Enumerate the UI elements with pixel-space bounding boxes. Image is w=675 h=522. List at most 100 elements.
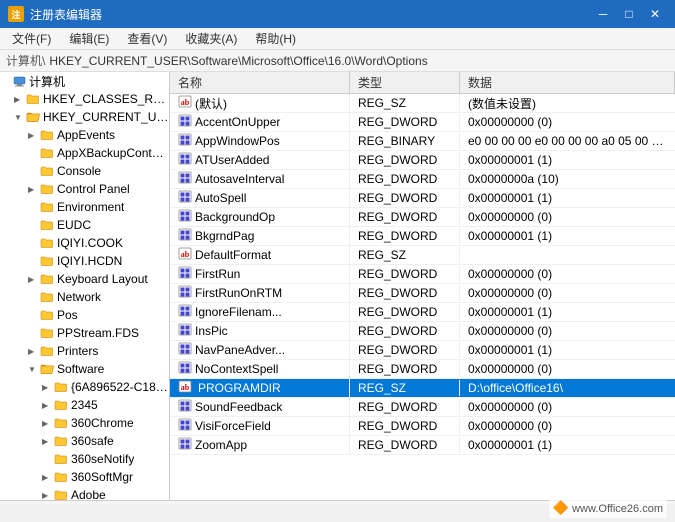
tree-panel: 计算机▶HKEY_CLASSES_ROOT▼HKEY_CURRENT_USER▶… [0,72,170,500]
reg-cell-name: AutosaveInterval [170,170,350,188]
tree-item-label: {6A896522-C181-40E4-A1C [71,380,169,394]
close-button[interactable]: ✕ [643,4,667,24]
tree-item-guid[interactable]: ▶{6A896522-C181-40E4-A1C [0,378,169,396]
col-header-name[interactable]: 名称 [170,72,350,93]
tree-item-label: Network [57,290,101,304]
reg-cell-data [460,254,675,256]
tree-item-label: 360seNotify [71,452,134,466]
tree-item-label: Printers [57,344,98,358]
tree-item-label: Environment [57,200,124,214]
registry-row[interactable]: IgnoreFilenam...REG_DWORD0x00000001 (1) [170,303,675,322]
reg-cell-type: REG_DWORD [350,209,460,225]
tree-item-ppstream[interactable]: PPStream.FDS [0,324,169,342]
tree-item-keyboard[interactable]: ▶Keyboard Layout [0,270,169,288]
col-header-type[interactable]: 类型 [350,72,460,93]
folder-icon [54,489,68,500]
registry-row[interactable]: SoundFeedbackREG_DWORD0x00000000 (0) [170,398,675,417]
tree-item-360senotify[interactable]: 360seNotify [0,450,169,468]
folder-icon [40,255,54,267]
tree-item-appxbackup[interactable]: AppXBackupContentType [0,144,169,162]
tree-item-console[interactable]: Console [0,162,169,180]
tree-item-hkcr[interactable]: ▶HKEY_CLASSES_ROOT [0,90,169,108]
menu-bar: 文件(F)编辑(E)查看(V)收藏夹(A)帮助(H) [0,28,675,50]
maximize-button[interactable]: □ [617,4,641,24]
reg-cell-data: 0x00000000 (0) [460,266,675,282]
folder-icon [40,165,54,177]
col-header-data[interactable]: 数据 [460,72,675,93]
reg-cell-name: abPROGRAMDIR [170,379,350,397]
registry-row[interactable]: abPROGRAMDIRREG_SZD:\office\Office16\ [170,379,675,398]
reg-icon-dword [178,228,192,244]
tree-item-printers[interactable]: ▶Printers [0,342,169,360]
registry-row[interactable]: NavPaneAdver...REG_DWORD0x00000001 (1) [170,341,675,360]
reg-icon-dword [178,133,192,149]
registry-row[interactable]: VisiForceFieldREG_DWORD0x00000000 (0) [170,417,675,436]
reg-cell-type: REG_DWORD [350,114,460,130]
tree-item-360chrome[interactable]: ▶360Chrome [0,414,169,432]
folder-icon [40,273,54,285]
registry-row[interactable]: BackgroundOpREG_DWORD0x00000000 (0) [170,208,675,227]
window-controls: ─ □ ✕ [591,4,667,24]
menu-item-v[interactable]: 查看(V) [119,28,175,49]
reg-name-text: AutosaveInterval [195,172,284,186]
menu-item-e[interactable]: 编辑(E) [61,28,117,49]
tree-item-iqiyi-cook[interactable]: IQIYI.COOK [0,234,169,252]
registry-row[interactable]: ZoomAppREG_DWORD0x00000001 (1) [170,436,675,455]
registry-row[interactable]: FirstRunREG_DWORD0x00000000 (0) [170,265,675,284]
minimize-button[interactable]: ─ [591,4,615,24]
reg-name-text: VisiForceField [195,419,271,433]
menu-item-f[interactable]: 文件(F) [4,28,59,49]
tree-item-label: 360Chrome [71,416,134,430]
registry-row[interactable]: AccentOnUpperREG_DWORD0x00000000 (0) [170,113,675,132]
tree-item-computer[interactable]: 计算机 [0,72,169,90]
folder-icon [54,417,68,429]
reg-cell-name: InsPic [170,322,350,340]
tree-item-eudc[interactable]: EUDC [0,216,169,234]
tree-item-label: Adobe [71,488,106,500]
tree-item-adobe[interactable]: ▶Adobe [0,486,169,500]
registry-panel: 名称 类型 数据 ab(默认)REG_SZ(数值未设置)AccentOnUppe… [170,72,675,500]
tree-item-label: 2345 [71,398,98,412]
tree-item-pos[interactable]: Pos [0,306,169,324]
registry-row[interactable]: ab(默认)REG_SZ(数值未设置) [170,94,675,113]
reg-cell-data: 0x00000001 (1) [460,190,675,206]
address-path: HKEY_CURRENT_USER\Software\Microsoft\Off… [49,54,427,68]
reg-name-text: AutoSpell [195,191,246,205]
tree-item-software[interactable]: ▼Software [0,360,169,378]
registry-row[interactable]: abDefaultFormatREG_SZ [170,246,675,265]
tree-item-network[interactable]: Network [0,288,169,306]
tree-item-360safe[interactable]: ▶360safe [0,432,169,450]
registry-row[interactable]: ATUserAddedREG_DWORD0x00000001 (1) [170,151,675,170]
registry-row[interactable]: AutoSpellREG_DWORD0x00000001 (1) [170,189,675,208]
folder-icon [26,93,40,105]
reg-icon-dword [178,285,192,301]
folder-icon [12,75,26,87]
tree-item-appevents[interactable]: ▶AppEvents [0,126,169,144]
reg-cell-type: REG_DWORD [350,285,460,301]
reg-cell-data: 0x00000001 (1) [460,342,675,358]
reg-cell-data: 0x00000000 (0) [460,361,675,377]
reg-name-text: NoContextSpell [195,362,278,376]
tree-arrow-icon: ▶ [42,437,54,446]
tree-item-hkcu[interactable]: ▼HKEY_CURRENT_USER [0,108,169,126]
registry-row[interactable]: AutosaveIntervalREG_DWORD0x0000000a (10) [170,170,675,189]
registry-row[interactable]: BkgrndPagREG_DWORD0x00000001 (1) [170,227,675,246]
tree-item-iqiyi-hcdn[interactable]: IQIYI.HCDN [0,252,169,270]
tree-item-label: IQIYI.COOK [57,236,123,250]
menu-item-a[interactable]: 收藏夹(A) [177,28,245,49]
registry-row[interactable]: NoContextSpellREG_DWORD0x00000000 (0) [170,360,675,379]
tree-item-controlpanel[interactable]: ▶Control Panel [0,180,169,198]
registry-row[interactable]: InsPicREG_DWORD0x00000000 (0) [170,322,675,341]
reg-icon-dword [178,323,192,339]
reg-cell-data: 0x00000000 (0) [460,399,675,415]
reg-cell-data: 0x00000000 (0) [460,323,675,339]
tree-item-2345[interactable]: ▶2345 [0,396,169,414]
menu-item-h[interactable]: 帮助(H) [247,28,304,49]
tree-item-environment[interactable]: Environment [0,198,169,216]
reg-icon-dword [178,266,192,282]
registry-row[interactable]: AppWindowPosREG_BINARYe0 00 00 00 e0 00 … [170,132,675,151]
tree-item-360softmgr[interactable]: ▶360SoftMgr [0,468,169,486]
svg-text:ab: ab [181,250,190,259]
tree-arrow-icon: ▼ [28,365,40,374]
registry-row[interactable]: FirstRunOnRTMREG_DWORD0x00000000 (0) [170,284,675,303]
